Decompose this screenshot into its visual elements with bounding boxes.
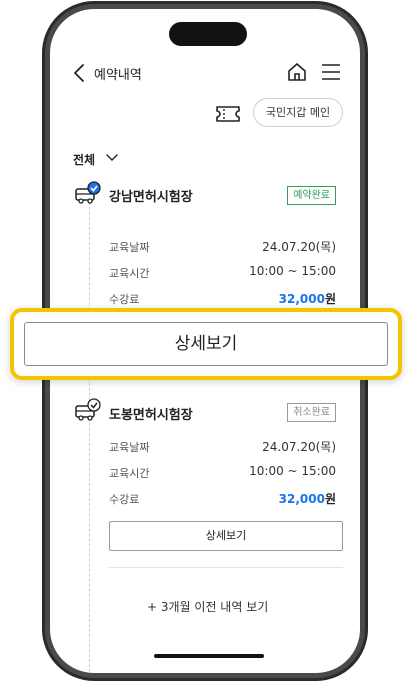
status-badge: 예약완료 — [287, 186, 336, 205]
detail-button[interactable]: 상세보기 — [109, 521, 343, 551]
divider — [109, 567, 343, 568]
fee-amount: 32,000 — [278, 492, 325, 506]
time-label: 교육시간 — [109, 267, 150, 280]
dynamic-island — [169, 22, 247, 46]
home-icon[interactable] — [286, 61, 308, 83]
fee-unit: 원 — [324, 492, 336, 506]
chevron-left-icon[interactable] — [72, 63, 86, 83]
chevron-down-icon[interactable] — [106, 154, 118, 162]
home-indicator — [154, 654, 264, 658]
detail-button-highlighted[interactable]: 상세보기 — [24, 322, 388, 366]
time-value: 10:00 ~ 15:00 — [249, 264, 336, 278]
center-name: 도봉면허시험장 — [109, 408, 193, 423]
bus-check-icon — [75, 398, 101, 421]
center-name: 강남면허시험장 — [109, 190, 193, 205]
fee-value: 32,000원 — [279, 290, 336, 307]
timeline-line — [89, 202, 90, 673]
fee-label: 수강료 — [109, 293, 140, 306]
date-label: 교육날짜 — [109, 241, 150, 254]
bus-check-icon — [75, 181, 101, 204]
wallet-main-button[interactable]: 국민지갑 메인 — [253, 98, 343, 127]
app-header: 예약내역 — [50, 55, 360, 91]
hamburger-menu-icon[interactable] — [321, 63, 341, 81]
fee-value: 32,000원 — [279, 490, 336, 507]
time-value: 10:00 ~ 15:00 — [249, 464, 336, 478]
date-label: 교육날짜 — [109, 441, 150, 454]
time-label: 교육시간 — [109, 467, 150, 480]
date-value: 24.07.20(목) — [262, 440, 336, 454]
fee-unit: 원 — [324, 292, 336, 306]
fee-amount: 32,000 — [278, 292, 325, 306]
plus-icon: + — [147, 600, 161, 614]
filter-dropdown[interactable]: 전체 — [73, 151, 95, 168]
ticket-icon[interactable] — [215, 104, 241, 124]
page-title: 예약내역 — [94, 68, 142, 83]
fee-label: 수강료 — [109, 493, 140, 506]
load-older-link[interactable]: + 3개월 이전 내역 보기 — [147, 598, 268, 615]
date-value: 24.07.20(목) — [262, 240, 336, 254]
load-older-label: 3개월 이전 내역 보기 — [160, 600, 269, 614]
status-badge: 취소완료 — [287, 403, 336, 422]
highlight-callout: 상세보기 — [10, 308, 402, 380]
